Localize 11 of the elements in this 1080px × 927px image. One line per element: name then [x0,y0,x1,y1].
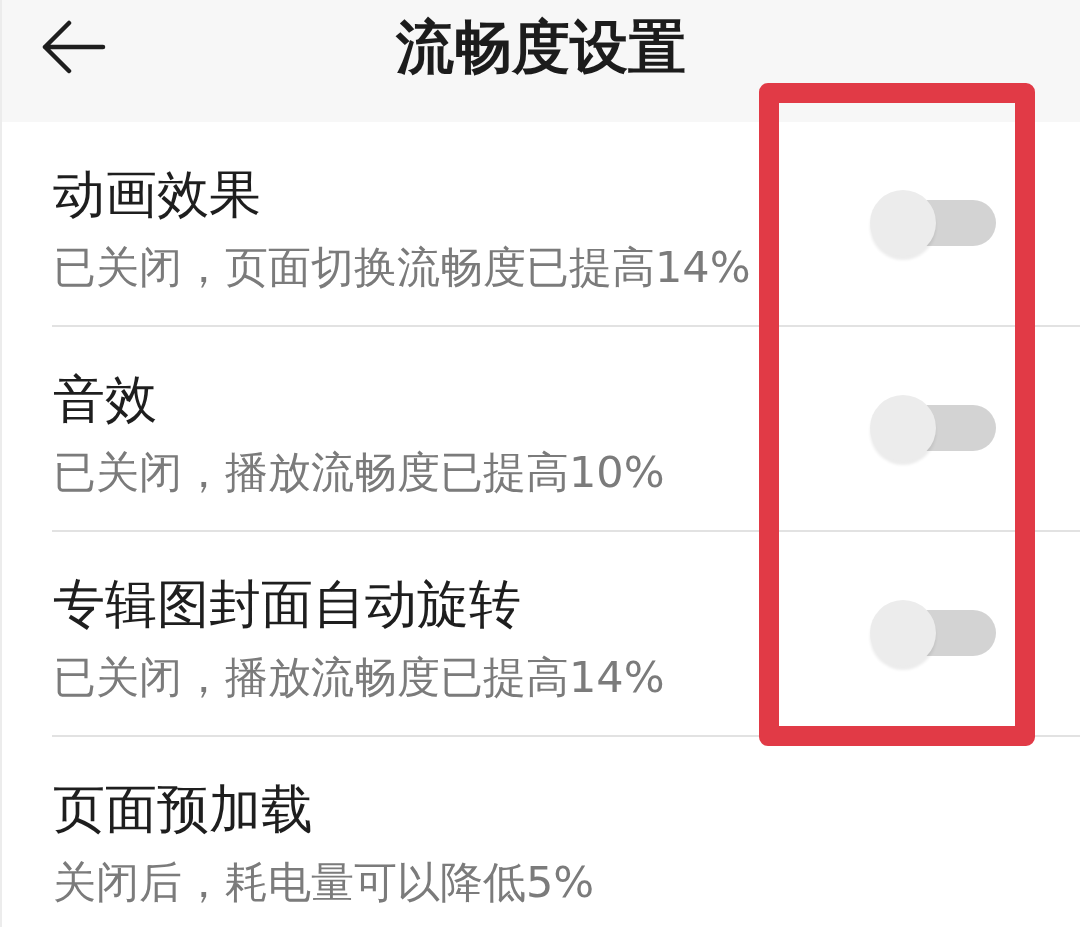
setting-title: 专辑图封面自动旋转 [53,573,521,635]
setting-description: 关闭后，耗电量可以降低5% [53,856,595,909]
setting-description: 已关闭，播放流畅度已提高10% [53,446,665,499]
setting-description: 已关闭，播放流畅度已提高14% [53,651,665,704]
setting-title: 动画效果 [53,163,261,225]
setting-description: 已关闭，页面切换流畅度已提高14% [53,241,751,294]
back-button[interactable] [40,20,106,74]
setting-title: 音效 [53,368,157,430]
back-arrow-icon [40,20,106,74]
setting-title: 页面预加载 [53,778,313,840]
page-title: 流畅度设置 [396,12,686,82]
